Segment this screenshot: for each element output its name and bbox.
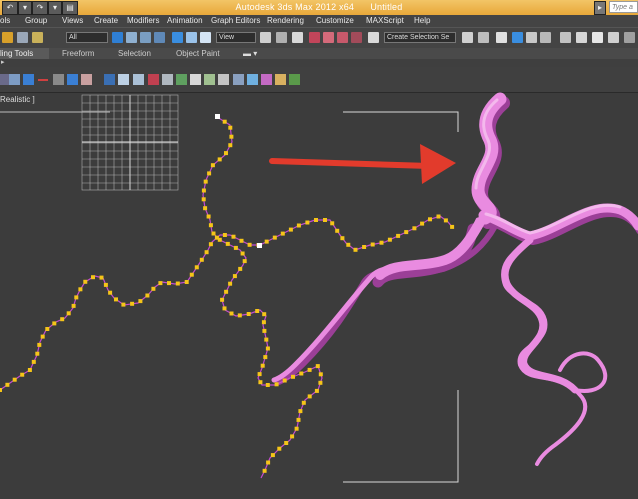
link-icon[interactable] xyxy=(2,32,13,43)
snap-endpoint-icon[interactable] xyxy=(53,74,64,85)
tab-freeform[interactable]: Freeform xyxy=(62,49,94,58)
menu-graph-editors[interactable]: Graph Editors xyxy=(211,16,260,25)
reference-coordinate-value: View xyxy=(219,34,235,41)
menu-animation[interactable]: Animation xyxy=(167,16,203,25)
graphite-toggle-icon[interactable] xyxy=(512,32,523,43)
schematic-view-icon[interactable] xyxy=(540,32,551,43)
menu-customize[interactable]: Customize xyxy=(316,16,354,25)
unlink-icon[interactable] xyxy=(17,32,28,43)
normal-align-icon[interactable] xyxy=(162,74,173,85)
effects-icon[interactable] xyxy=(275,74,286,85)
array-icon[interactable] xyxy=(118,74,129,85)
window-crossing-icon[interactable] xyxy=(154,32,165,43)
snap-grid-icon[interactable] xyxy=(9,74,20,85)
tab-modeling-tools[interactable]: ling Tools xyxy=(0,49,33,58)
spacing-tool-icon[interactable] xyxy=(133,74,144,85)
named-selection-set-dropdown[interactable]: Create Selection Se xyxy=(384,32,456,43)
mirror-icon[interactable] xyxy=(462,32,473,43)
menu-rendering[interactable]: Rendering xyxy=(267,16,304,25)
tab-object-paint[interactable]: Object Paint xyxy=(176,49,220,58)
curve-tool-icon[interactable] xyxy=(289,74,300,85)
layer-manager-icon[interactable] xyxy=(496,32,507,43)
app-title: Autodesk 3ds Max 2012 x64 xyxy=(235,2,355,12)
align-icon[interactable] xyxy=(478,32,489,43)
tab-selection[interactable]: Selection xyxy=(118,49,151,58)
snap-line-icon[interactable] xyxy=(38,79,48,81)
graphite-ribbon-tabs: ling Tools Freeform Selection Object Pai… xyxy=(0,48,638,59)
named-selection-set-value: Create Selection Se xyxy=(387,34,450,41)
edit-named-selection-icon[interactable] xyxy=(368,32,379,43)
snap-pivot-icon[interactable] xyxy=(23,74,34,85)
menu-tools[interactable]: ols xyxy=(0,16,10,25)
snaps-toggle-icon[interactable] xyxy=(309,32,320,43)
menu-modifiers[interactable]: Modifiers xyxy=(127,16,159,25)
document-title: Untitled xyxy=(370,2,403,12)
title-bar: ↶ ▾ ↷ ▾ ▤ Autodesk 3ds Max 2012 x64 Unti… xyxy=(0,0,638,23)
select-by-name-icon[interactable] xyxy=(126,32,137,43)
menu-maxscript[interactable]: MAXScript xyxy=(366,16,404,25)
particle-view-icon[interactable] xyxy=(261,74,272,85)
zoom-extents-icon[interactable] xyxy=(233,74,244,85)
material-editor-icon[interactable] xyxy=(560,32,571,43)
main-toolbar: All View Create Selection Se xyxy=(0,27,638,49)
menu-help[interactable]: Help xyxy=(414,16,430,25)
ribbon-options-icon[interactable]: ▬ ▾ xyxy=(243,49,257,58)
angle-snap-icon[interactable] xyxy=(323,32,334,43)
render-production-icon[interactable] xyxy=(608,32,619,43)
selection-filter-value: All xyxy=(69,34,77,41)
perspective-viewport[interactable] xyxy=(0,93,638,499)
quick-align-icon[interactable] xyxy=(218,74,229,85)
select-scale-icon[interactable] xyxy=(200,32,211,43)
curve-editor-icon[interactable] xyxy=(526,32,537,43)
place-highlight-icon[interactable] xyxy=(176,74,187,85)
snap-face-icon[interactable] xyxy=(81,74,92,85)
ribbon-panel-arrow-icon[interactable]: ▸ xyxy=(1,58,5,66)
viewport-shading-label[interactable]: Realistic ] xyxy=(0,95,35,104)
axis-constraint-icon[interactable] xyxy=(104,74,115,85)
rendered-frame-window-icon[interactable] xyxy=(592,32,603,43)
percent-snap-icon[interactable] xyxy=(337,32,348,43)
toolbar-overflow-icon[interactable] xyxy=(624,32,635,43)
light-lister-icon[interactable] xyxy=(247,74,258,85)
menu-bar: ols Group Views Create Modifiers Animati… xyxy=(0,15,638,27)
select-manipulate-icon[interactable] xyxy=(276,32,287,43)
select-rotate-icon[interactable] xyxy=(186,32,197,43)
secondary-toolbar xyxy=(0,67,638,93)
bind-spacewarp-icon[interactable] xyxy=(32,32,43,43)
window-title: Autodesk 3ds Max 2012 x64 Untitled xyxy=(0,2,638,12)
select-object-icon[interactable] xyxy=(112,32,123,43)
selection-filter-dropdown[interactable]: All xyxy=(66,32,108,43)
pivot-center-icon[interactable] xyxy=(260,32,271,43)
spinner-snap-icon[interactable] xyxy=(351,32,362,43)
reference-coordinate-dropdown[interactable]: View xyxy=(216,32,256,43)
menu-group[interactable]: Group xyxy=(25,16,47,25)
ribbon-collapsed-panel: ▸ xyxy=(0,59,638,67)
clone-align-icon[interactable] xyxy=(148,74,159,85)
select-move-icon[interactable] xyxy=(172,32,183,43)
render-setup-icon[interactable] xyxy=(576,32,587,43)
keyboard-shortcut-toggle-icon[interactable] xyxy=(292,32,303,43)
align-view-icon[interactable] xyxy=(204,74,215,85)
menu-views[interactable]: Views xyxy=(62,16,83,25)
menu-create[interactable]: Create xyxy=(94,16,118,25)
viewport-shading-text: Realistic ] xyxy=(0,95,35,104)
rectangular-selection-icon[interactable] xyxy=(140,32,151,43)
infocenter-arrow-icon[interactable]: ▸ xyxy=(594,1,606,15)
help-search-input[interactable]: Type a k xyxy=(609,1,638,23)
snap-edge-icon[interactable] xyxy=(67,74,78,85)
align-camera-icon[interactable] xyxy=(190,74,201,85)
